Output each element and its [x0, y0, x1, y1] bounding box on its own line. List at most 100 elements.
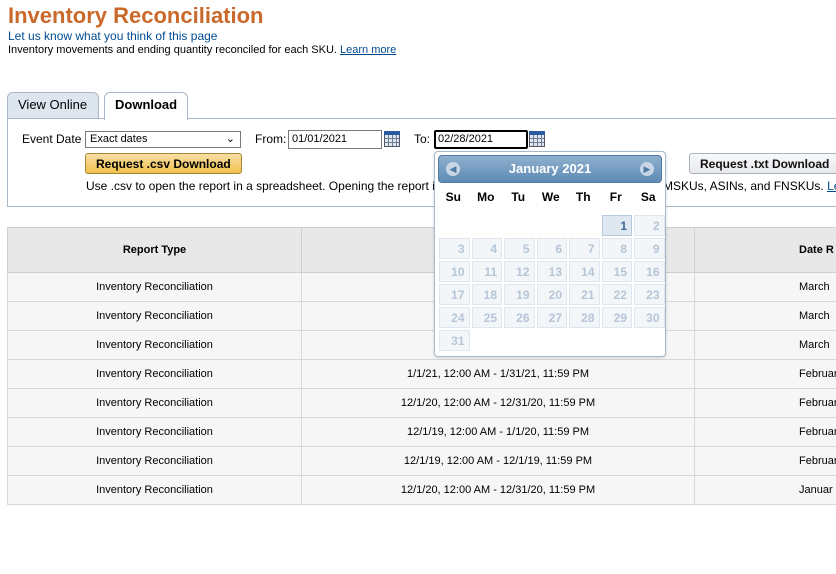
day-cell[interactable]: 4: [471, 238, 502, 259]
to-label: To:: [414, 132, 431, 146]
day-cell[interactable]: 23: [634, 284, 665, 305]
weekday-label: Th: [575, 190, 591, 204]
day-cell[interactable]: 19: [504, 284, 535, 305]
day-cell[interactable]: 20: [536, 284, 567, 305]
day-cell[interactable]: 26: [504, 307, 535, 328]
day-cell[interactable]: 17: [439, 284, 470, 305]
col-report-type: Report Type: [7, 227, 302, 273]
to-date-input[interactable]: 02/28/2021: [434, 130, 528, 149]
cell-report-type: Inventory Reconciliation: [7, 272, 302, 302]
from-label: From:: [255, 132, 287, 146]
reports-table: Report Type Date R Inventory Reconciliat…: [7, 227, 836, 505]
weekday-label: We: [541, 190, 560, 204]
day-cell[interactable]: 18: [471, 284, 502, 305]
learn-more-link[interactable]: Learn more: [340, 44, 396, 56]
weekday-header: Su Mo Tu We Th Fr Sa: [437, 190, 665, 204]
table-row: Inventory Reconciliation 12/1/20, 12:00 A…: [7, 475, 836, 505]
date-picker-header: ◀ January 2021 ▶: [438, 155, 662, 183]
col-date-requested: Date R: [694, 227, 836, 273]
cell-report-type: Inventory Reconciliation: [7, 446, 302, 476]
cell-date-range: 12/1/19, 12:00 AM - 1/1/20, 11:59 PM: [301, 417, 695, 447]
tab-view-online[interactable]: View Online: [7, 92, 99, 119]
day-cell[interactable]: 31: [439, 330, 470, 351]
feedback-link[interactable]: Let us know what you think of this page: [8, 29, 217, 43]
day-grid: 1 2 3 4 5 6 7 8 9 10 11 12 13 14 15 16 17 18 19 20 21 22 23 24 2…: [438, 214, 666, 352]
request-txt-button[interactable]: Request .txt Download: [689, 153, 836, 174]
cell-report-type: Inventory Reconciliation: [7, 475, 302, 505]
day-cell[interactable]: 14: [569, 261, 600, 282]
chevron-left-icon[interactable]: ◀: [446, 162, 460, 176]
day-cell[interactable]: 10: [439, 261, 470, 282]
description-text: Inventory movements and ending quantity …: [8, 44, 337, 56]
csv-note: Use .csv to open the report in a spreads…: [86, 179, 435, 193]
day-cell[interactable]: 24: [439, 307, 470, 328]
cell-date-requested: March: [694, 301, 836, 331]
day-cell[interactable]: 6: [536, 238, 567, 259]
cell-date-requested: Februar: [694, 388, 836, 418]
calendar-icon[interactable]: [529, 131, 545, 147]
weekday-label: Fr: [609, 190, 622, 204]
day-cell[interactable]: 16: [634, 261, 665, 282]
txt-learn-more-link[interactable]: Le: [827, 179, 836, 193]
day-cell[interactable]: 9: [634, 238, 665, 259]
day-blank: [537, 215, 568, 236]
cell-report-type: Inventory Reconciliation: [7, 359, 302, 389]
event-date-value: Exact dates: [90, 133, 148, 145]
date-picker: ◀ January 2021 ▶ Su Mo Tu We Th Fr Sa 12345678…: [434, 151, 666, 357]
calendar-icon[interactable]: [384, 131, 400, 147]
cell-date-range: 12/1/20, 12:00 AM - 12/31/20, 11:59 PM: [301, 475, 695, 505]
cell-date-requested: Februar: [694, 359, 836, 389]
day-cell[interactable]: 2: [634, 215, 665, 236]
request-csv-button[interactable]: Request .csv Download: [85, 153, 242, 174]
day-cell[interactable]: 22: [601, 284, 632, 305]
table-row: Inventory Reconciliation 12/1/19, 12:00 A…: [7, 446, 836, 476]
day-cell[interactable]: 25: [471, 307, 502, 328]
cell-date-requested: Februar: [694, 446, 836, 476]
day-blank: [439, 215, 470, 236]
event-date-select[interactable]: Exact dates ⌄: [85, 131, 241, 148]
cell-report-type: Inventory Reconciliation: [7, 301, 302, 331]
table-row: Inventory Reconciliation9/1/1March: [7, 272, 836, 302]
day-cell[interactable]: 1: [601, 215, 632, 236]
day-cell[interactable]: 15: [601, 261, 632, 282]
cell-date-requested: Januar: [694, 475, 836, 505]
day-cell[interactable]: 8: [601, 238, 632, 259]
day-cell[interactable]: 12: [504, 261, 535, 282]
table-header-row: Report Type Date R: [7, 227, 836, 273]
day-cell[interactable]: 29: [601, 307, 632, 328]
cell-date-range: 12/1/19, 12:00 AM - 12/1/19, 11:59 PM: [301, 446, 695, 476]
day-cell[interactable]: 3: [439, 238, 470, 259]
weekday-label: Su: [445, 190, 461, 204]
cell-date-requested: March: [694, 272, 836, 302]
table-row: Inventory Reconciliation12/1/March: [7, 330, 836, 360]
day-cell[interactable]: 30: [634, 307, 665, 328]
day-cell[interactable]: 11: [471, 261, 502, 282]
page-description: Inventory movements and ending quantity …: [8, 44, 396, 56]
day-cell[interactable]: 13: [536, 261, 567, 282]
chevron-down-icon: ⌄: [225, 133, 235, 145]
table-row: Inventory Reconciliation 12/1/20, 12:00 A…: [7, 388, 836, 418]
day-blank: [569, 215, 600, 236]
day-cell[interactable]: 21: [569, 284, 600, 305]
txt-note-text: MSKUs, ASINs, and FNSKUs.: [663, 179, 824, 193]
weekday-label: Mo: [477, 190, 495, 204]
cell-date-requested: Februar: [694, 417, 836, 447]
day-cell[interactable]: 7: [569, 238, 600, 259]
tab-download[interactable]: Download: [104, 92, 188, 120]
cell-report-type: Inventory Reconciliation: [7, 417, 302, 447]
cell-report-type: Inventory Reconciliation: [7, 388, 302, 418]
weekday-label: Sa: [640, 190, 656, 204]
txt-note: MSKUs, ASINs, and FNSKUs. Le: [663, 179, 836, 193]
day-cell[interactable]: 5: [504, 238, 535, 259]
weekday-label: Tu: [511, 190, 526, 204]
day-cell[interactable]: 28: [569, 307, 600, 328]
table-row: Inventory Reconciliation1/1/2March: [7, 301, 836, 331]
cell-date-requested: March: [694, 330, 836, 360]
table-row: Inventory Reconciliation 1/1/21, 12:00 AM…: [7, 359, 836, 389]
cell-report-type: Inventory Reconciliation: [7, 330, 302, 360]
from-date-input[interactable]: 01/01/2021: [288, 130, 382, 149]
chevron-right-icon[interactable]: ▶: [640, 162, 654, 176]
month-label: January 2021: [508, 161, 592, 176]
day-cell[interactable]: 27: [536, 307, 567, 328]
day-blank: [472, 215, 503, 236]
